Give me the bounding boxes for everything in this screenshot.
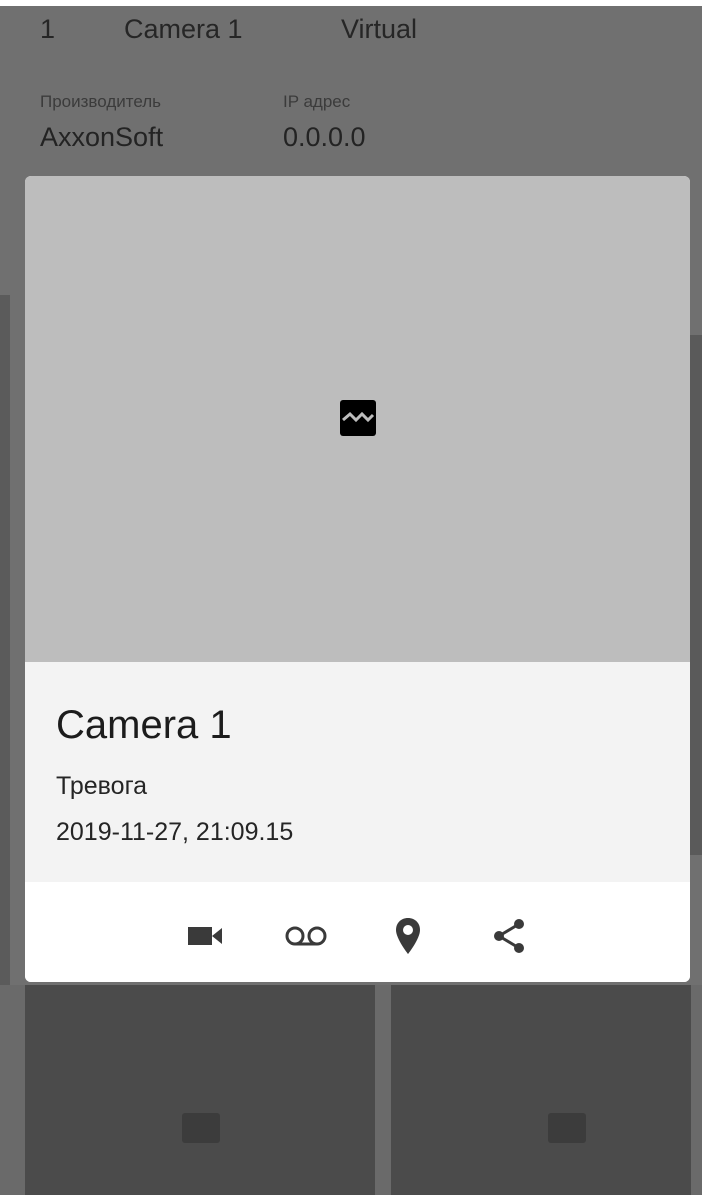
- share-icon: [494, 919, 524, 953]
- location-pin-icon: [396, 918, 420, 954]
- camera-index: 1: [40, 14, 56, 44]
- camera-tiles-bottom: [0, 985, 702, 1195]
- camera-tile[interactable]: [391, 985, 691, 1195]
- action-bar: [25, 882, 690, 982]
- manufacturer-value: AxxonSoft: [40, 122, 164, 152]
- map-button[interactable]: [386, 914, 430, 958]
- camera-meta: Производитель AxxonSoft IP адрес 0.0.0.0: [10, 92, 410, 162]
- manufacturer-label: Производитель: [40, 92, 162, 111]
- camera-preview[interactable]: [25, 176, 690, 662]
- camera-tile[interactable]: [25, 985, 375, 1195]
- videocam-icon: [188, 927, 222, 945]
- ip-value: 0.0.0.0: [283, 122, 366, 152]
- archive-button[interactable]: [284, 914, 328, 958]
- camera-name: Camera 1: [124, 14, 243, 44]
- event-timestamp: 2019-11-27, 21:09.15: [56, 818, 294, 846]
- broken-image-icon: [340, 400, 376, 436]
- event-type: Тревога: [56, 772, 148, 800]
- grid-edge-left: [0, 295, 10, 995]
- ip-label: IP адрес: [283, 92, 351, 111]
- voicemail-icon: [285, 926, 327, 946]
- alarm-dialog: Camera 1 Тревога 2019-11-27, 21:09.15: [25, 176, 690, 982]
- video-button[interactable]: [184, 914, 228, 958]
- camera-title: Camera 1: [56, 703, 232, 747]
- camera-row[interactable]: 1 Camera 1 Virtual: [10, 14, 702, 64]
- grid-edge-right: [690, 335, 702, 855]
- image-placeholder-icon: [182, 1113, 220, 1143]
- share-button[interactable]: [487, 914, 531, 958]
- camera-type: Virtual: [341, 14, 418, 44]
- image-placeholder-icon: [548, 1113, 586, 1143]
- status-bar: [0, 0, 702, 6]
- event-info: Camera 1 Тревога 2019-11-27, 21:09.15: [25, 662, 690, 882]
